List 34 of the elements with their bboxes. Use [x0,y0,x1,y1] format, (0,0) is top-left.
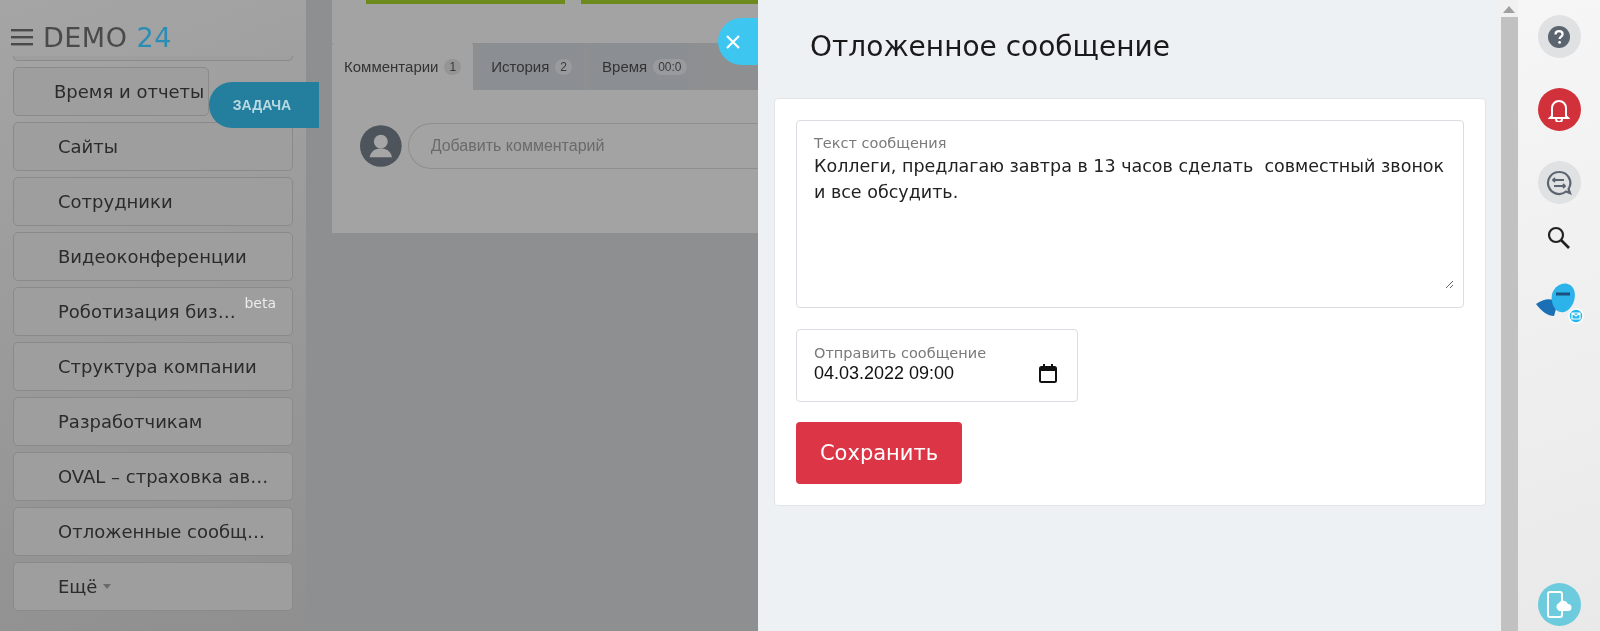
sidebar-item[interactable]: Ещё [13,562,293,611]
calendar-icon[interactable] [1039,363,1057,383]
date-field[interactable]: Отправить сообщение 04.03.2022 09:00 [796,328,1078,403]
scroll-up-icon[interactable] [1503,6,1515,13]
notifications-button[interactable] [1537,88,1581,131]
sidebar-item[interactable]: Сотрудники [13,177,293,226]
scrollbar-thumb[interactable] [1500,17,1518,631]
task-tab[interactable]: ЗАДАЧА [209,82,319,128]
sidebar-item[interactable]: Время и отчеты [13,67,209,116]
close-icon [726,34,740,49]
menu-icon[interactable] [11,28,33,46]
logo-text[interactable]: DEMO 24 [43,21,172,53]
sidebar-item[interactable]: OVAL – страховка ав… [13,452,293,501]
sidebar-item[interactable]: Видеоконференции [13,232,293,281]
message-field[interactable]: Текст сообщения Коллеги, предлагаю завтра в 13 часов сделать совместный звонок и все обсудить. [796,120,1464,308]
sidebar-item[interactable]: Отложенные сообщ… [13,507,293,556]
tab[interactable]: Комментарии 1 [332,43,474,90]
avatar-icon [360,122,402,170]
help-icon [1548,25,1570,48]
sidebar-item[interactable]: Сайты [13,122,293,171]
panel-title: Отложенное сообщение [809,29,1171,65]
bell-icon [1548,97,1570,122]
phone-cloud-icon [1545,589,1573,620]
sidebar-item[interactable]: Разработчикам [13,397,293,446]
help-button[interactable] [1537,15,1581,58]
comment-field[interactable]: Добавить комментарий [407,123,758,169]
beta-label: beta [244,295,276,311]
chat-button[interactable] [1537,161,1581,204]
close-button[interactable] [718,18,758,65]
save-button[interactable]: Сохранить [796,422,962,484]
sidebar-item[interactable]: Структура компании [13,342,293,391]
chat-icon [1546,169,1572,196]
sidebar-item[interactable]: Роботизация биз… beta [13,287,293,336]
search-icon[interactable] [1547,226,1571,250]
